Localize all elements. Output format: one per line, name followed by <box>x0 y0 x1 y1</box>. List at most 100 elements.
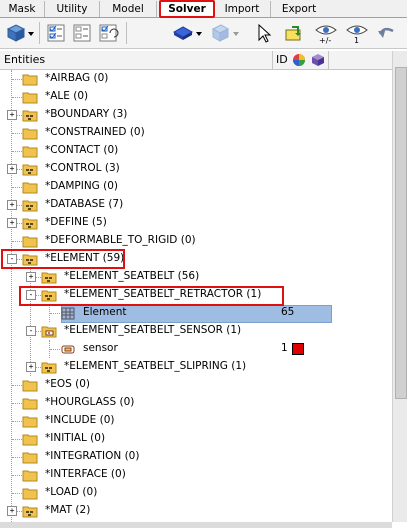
id-column-header[interactable]: ID <box>276 53 288 66</box>
tree-row[interactable]: *INITIAL (0) <box>0 430 392 448</box>
svg-text:1: 1 <box>354 36 359 44</box>
collapse-toggle[interactable]: - <box>26 326 36 336</box>
tree-row[interactable]: + *MAT (2) <box>0 502 392 520</box>
tree-row[interactable]: *ALE (0) <box>0 88 392 106</box>
folder-icon <box>22 414 38 428</box>
folder-icon <box>22 144 38 158</box>
tree-row[interactable]: sensor 1 <box>0 340 392 358</box>
tab-model[interactable]: Model <box>100 1 157 17</box>
expand-toggle[interactable]: + <box>7 164 17 174</box>
tree-item-label: *EOS (0) <box>45 378 91 390</box>
expand-toggle[interactable]: + <box>7 110 17 120</box>
tree-row[interactable]: + *ELEMENT_SEATBELT_SLIPRING (1) <box>0 358 392 376</box>
folder-icon <box>22 234 38 248</box>
dropdown-arrow-icon[interactable] <box>195 22 203 44</box>
entities-header: Entities ID <box>0 51 392 70</box>
box-icon[interactable] <box>172 22 194 44</box>
expand-toggle[interactable]: + <box>7 200 17 210</box>
entity-tree: *AIRBAG (0) *ALE (0) + *BOUNDARY (3) *CONSTR… <box>0 70 392 522</box>
tree-item-label: *AIRBAG (0) <box>45 72 109 84</box>
tree-row[interactable]: *CONTACT (0) <box>0 142 392 160</box>
reverse-checklist-icon[interactable] <box>97 22 119 44</box>
entity-id: 65 <box>281 306 295 318</box>
tree-item-label: Element <box>83 306 127 318</box>
sensor-icon <box>60 342 76 356</box>
highlight-element <box>1 249 125 269</box>
folder-group-icon <box>22 162 38 176</box>
tree-row[interactable]: *INTERFACE (0) <box>0 466 392 484</box>
svg-text:+/-: +/- <box>319 36 331 44</box>
cursor-arrow-icon[interactable] <box>253 22 275 44</box>
dropdown-arrow-icon[interactable] <box>232 22 240 44</box>
folder-icon <box>22 72 38 86</box>
horizontal-scrollbar[interactable] <box>0 522 392 528</box>
tab-solver[interactable]: Solver <box>159 0 215 18</box>
folder-icon <box>22 432 38 446</box>
expand-toggle[interactable]: + <box>7 506 17 516</box>
uncheck-list-icon[interactable] <box>71 22 93 44</box>
tree-item-label: *LOAD (0) <box>45 486 98 498</box>
tab-import[interactable]: Import <box>214 1 271 17</box>
vertical-scrollbar[interactable] <box>392 51 407 522</box>
tree-row[interactable]: *AIRBAG (0) <box>0 70 392 88</box>
tree-item-label: *ELEMENT_SEATBELT_SENSOR (1) <box>64 324 242 336</box>
entity-id: 1 <box>281 342 288 354</box>
sensor-folder-icon <box>41 324 57 338</box>
tree-row[interactable]: + *DATABASE (7) <box>0 196 392 214</box>
undo-icon[interactable] <box>375 22 397 44</box>
show-hide-eye-icon[interactable]: +/- <box>314 22 338 44</box>
tree-item-label: *DEFINE (5) <box>45 216 107 228</box>
add-to-entities-icon[interactable] <box>283 22 305 44</box>
tree-row[interactable]: *EOS (0) <box>0 376 392 394</box>
tree-item-label: *INITIAL (0) <box>45 432 106 444</box>
tree-item-label: sensor <box>83 342 118 354</box>
tree-item-label: *MAT (2) <box>45 504 91 516</box>
tab-mask[interactable]: Mask <box>0 1 45 17</box>
display-column-icon[interactable] <box>311 53 325 67</box>
tree-row[interactable]: *HOURGLASS (0) <box>0 394 392 412</box>
tree-item-label: *HOURGLASS (0) <box>45 396 135 408</box>
tree-row[interactable]: Element 65 <box>0 304 392 323</box>
tree-row[interactable]: + *CONTROL (3) <box>0 160 392 178</box>
tree-row[interactable]: *DAMPING (0) <box>0 178 392 196</box>
folder-icon <box>22 450 38 464</box>
folder-group-icon <box>22 504 38 518</box>
expand-toggle[interactable]: + <box>26 272 36 282</box>
tree-item-label: *ELEMENT_SEATBELT (56) <box>64 270 200 282</box>
folder-icon <box>22 126 38 140</box>
highlight-retractor <box>19 286 284 306</box>
tree-row[interactable]: *INTEGRATION (0) <box>0 448 392 466</box>
element-icon <box>60 306 76 320</box>
tree-row[interactable]: *CONSTRAINED (0) <box>0 124 392 142</box>
transparent-cube-icon[interactable] <box>209 22 231 44</box>
cube-view-icon[interactable] <box>5 22 27 44</box>
tree-row[interactable]: *LOAD (0) <box>0 484 392 502</box>
tab-export[interactable]: Export <box>271 1 327 17</box>
checklist-icon[interactable] <box>45 22 67 44</box>
show-one-eye-icon[interactable]: 1 <box>346 22 368 44</box>
tree-row[interactable]: + *DEFINE (5) <box>0 214 392 232</box>
expand-toggle[interactable]: + <box>26 362 36 372</box>
tree-item-label: *INCLUDE (0) <box>45 414 115 426</box>
dropdown-arrow-icon[interactable] <box>27 22 35 44</box>
tree-item-label: *ALE (0) <box>45 90 89 102</box>
scrollbar-thumb[interactable] <box>395 67 407 399</box>
folder-icon <box>22 396 38 410</box>
entities-column-header[interactable]: Entities <box>4 53 45 66</box>
tree-row[interactable]: *DEFORMABLE_TO_RIGID (0) <box>0 232 392 250</box>
tree-row[interactable]: + *ELEMENT_SEATBELT (56) <box>0 268 392 286</box>
folder-group-icon <box>41 360 57 374</box>
toolbar: +/- 1 <box>0 18 407 49</box>
folder-icon <box>22 90 38 104</box>
expand-toggle[interactable]: + <box>7 218 17 228</box>
color-swatch[interactable] <box>292 343 304 355</box>
tab-utility[interactable]: Utility <box>45 1 100 17</box>
color-column-icon[interactable] <box>292 53 306 67</box>
folder-group-icon <box>22 108 38 122</box>
folder-icon <box>22 486 38 500</box>
tree-item-label: *DAMPING (0) <box>45 180 119 192</box>
tree-row[interactable]: + *BOUNDARY (3) <box>0 106 392 124</box>
tree-row[interactable]: - *ELEMENT_SEATBELT_SENSOR (1) <box>0 322 392 340</box>
tree-item-label: *BOUNDARY (3) <box>45 108 128 120</box>
tree-row[interactable]: *INCLUDE (0) <box>0 412 392 430</box>
